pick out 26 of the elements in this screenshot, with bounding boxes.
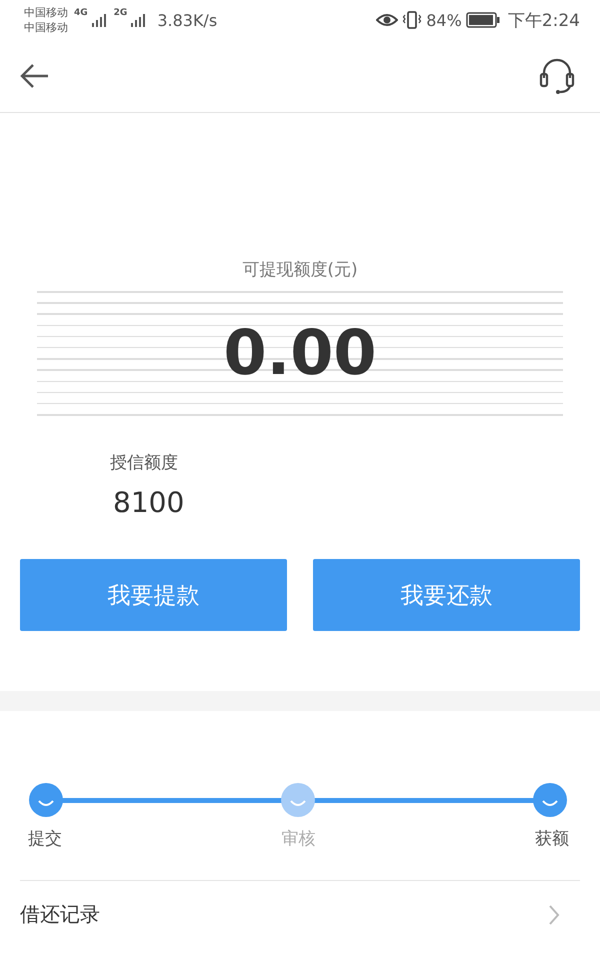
- carrier-name: 中国移动: [24, 20, 68, 35]
- step-label: 获额: [535, 828, 569, 850]
- records-row[interactable]: 借还记录: [0, 881, 600, 928]
- signal-icon: [92, 13, 106, 27]
- carrier-name: 中国移动: [24, 5, 68, 20]
- step-label: 审核: [282, 828, 316, 850]
- network-type: 2G: [114, 8, 128, 18]
- credit-limit-amount: 8100: [112, 486, 186, 519]
- vibrate-icon: [402, 10, 422, 30]
- eye-icon: [376, 12, 398, 28]
- signal-icon: [131, 13, 146, 27]
- step-label: 提交: [28, 828, 62, 850]
- credit-limit-label: 授信额度: [110, 452, 179, 474]
- headset-icon[interactable]: [538, 56, 576, 96]
- battery-icon: [466, 12, 500, 28]
- battery-percent: 84%: [426, 10, 462, 30]
- records-label: 借还记录: [20, 901, 100, 928]
- action-button[interactable]: 我要还款: [313, 559, 580, 631]
- balance-amount: 0.00: [224, 315, 376, 391]
- chevron-right-icon: [548, 904, 560, 926]
- balance-label: 可提现额度(元): [241, 259, 359, 281]
- action-button[interactable]: 我要提款: [20, 559, 287, 631]
- network-speed: 3.83K/s: [157, 10, 218, 30]
- network-type: 4G: [74, 8, 88, 18]
- back-arrow-icon[interactable]: [20, 63, 50, 89]
- clock-time: 下午2:24: [508, 10, 580, 32]
